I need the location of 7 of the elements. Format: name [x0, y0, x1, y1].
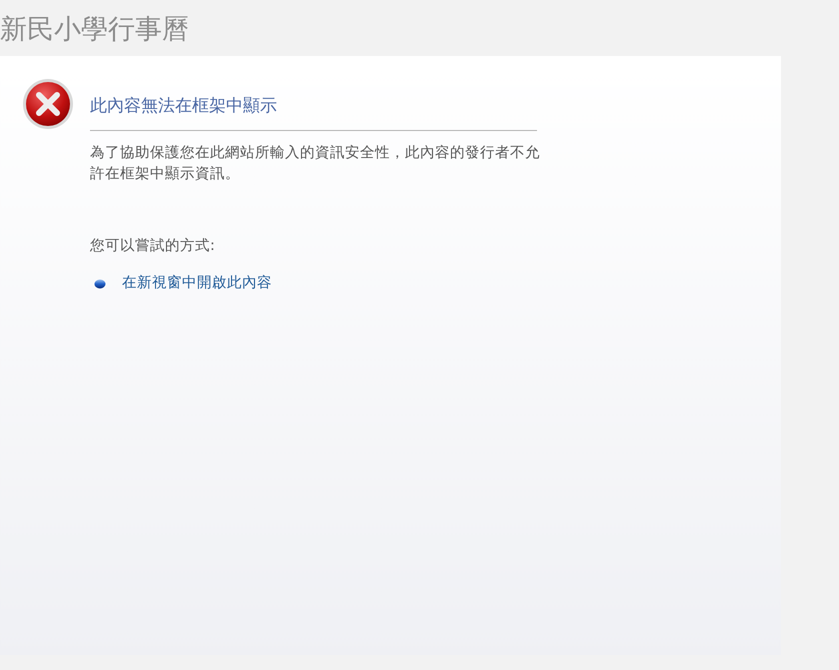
- suggestions-label: 您可以嘗試的方式:: [90, 236, 216, 256]
- bullet-icon: [94, 279, 106, 290]
- error-message: 為了協助保護您在此網站所輸入的資訊安全性，此內容的發行者不允許在框架中顯示資訊。: [90, 144, 541, 184]
- error-icon: [22, 78, 74, 130]
- open-in-new-window-link[interactable]: 在新視窗中開啟此內容: [122, 273, 272, 295]
- page-title: 新民小學行事曆: [0, 13, 190, 47]
- error-heading: 此內容無法在框架中顯示: [90, 78, 537, 130]
